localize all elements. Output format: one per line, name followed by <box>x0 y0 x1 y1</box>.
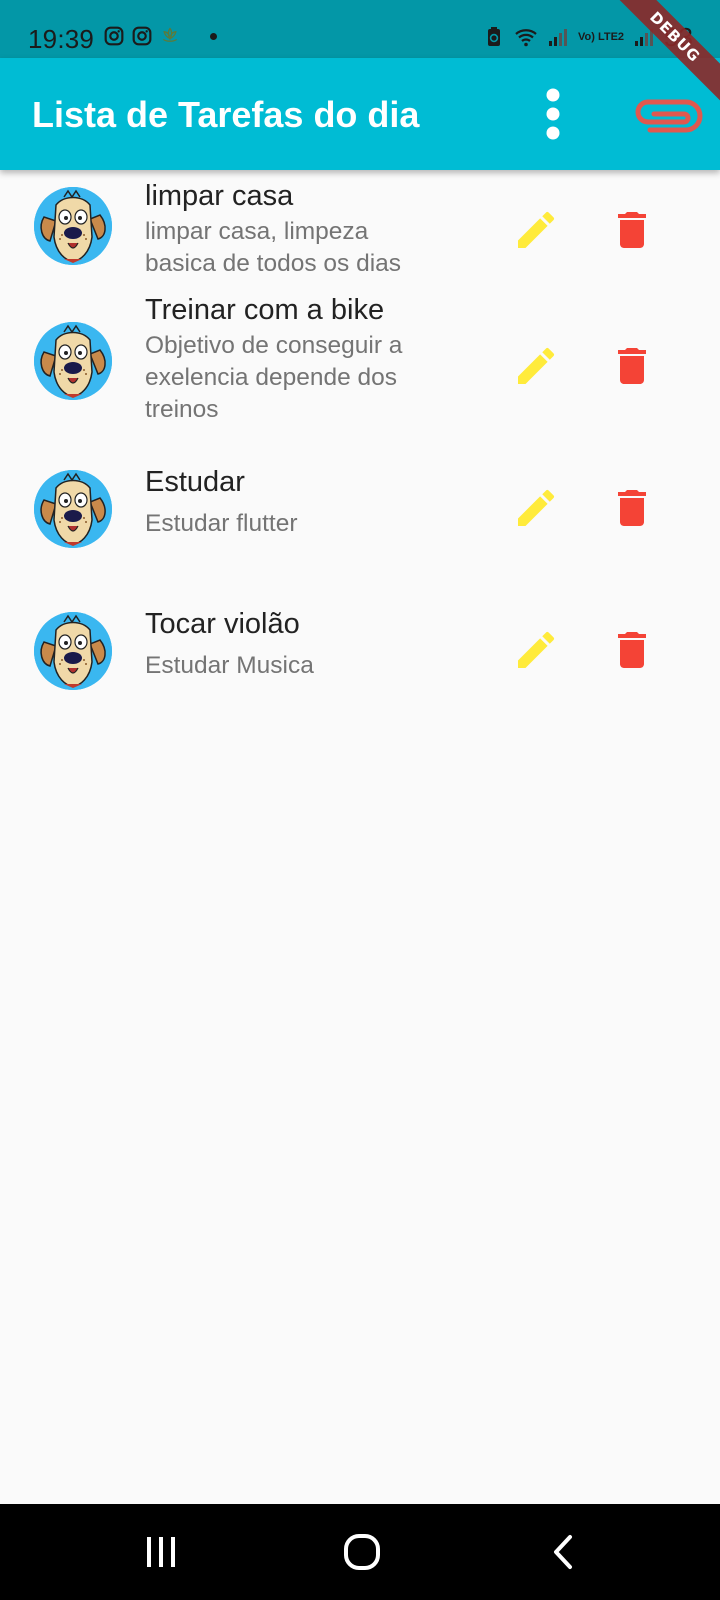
task-description-line: Objetivo de conseguir a <box>145 332 403 359</box>
back-icon[interactable] <box>548 1534 578 1570</box>
delete-button[interactable] <box>608 484 656 532</box>
task-description: limpar casa, limpeza basica de todos os … <box>145 216 465 280</box>
task-description-line: exelencia depende dos <box>145 364 398 391</box>
task-description-line: treinos <box>145 396 219 423</box>
edit-button[interactable] <box>512 342 560 390</box>
more-menu-button[interactable] <box>540 86 590 142</box>
task-description: Estudar flutter <box>145 508 465 540</box>
task-description-line: Estudar flutter <box>145 510 298 537</box>
battery-saver-icon <box>488 27 500 46</box>
battery-level: 53 <box>664 21 693 52</box>
avatar <box>34 322 112 400</box>
more-vert-icon <box>546 88 560 140</box>
status-bar: 19:39 Vo) LTE2 53 <box>0 0 720 58</box>
dog-avatar-icon <box>34 612 112 690</box>
instagram-icon <box>104 26 124 46</box>
pencil-icon <box>518 631 555 668</box>
lotus-icon <box>162 27 178 42</box>
page-title: Lista de Tarefas do dia <box>32 94 420 135</box>
delete-button[interactable] <box>608 206 656 254</box>
signal-icon <box>549 29 567 46</box>
network-label: Vo) LTE2 <box>578 30 625 43</box>
task-description-line: limpar casa, limpeza <box>145 218 369 245</box>
pencil-icon <box>518 211 555 248</box>
delete-button[interactable] <box>608 626 656 674</box>
list-item[interactable]: Treinar com a bike Objetivo de conseguir… <box>0 286 720 436</box>
avatar <box>34 187 112 265</box>
task-title: Treinar com a bike <box>145 294 385 326</box>
list-item[interactable]: limpar casa limpar casa, limpeza basica … <box>0 170 720 286</box>
trash-icon <box>618 348 646 384</box>
home-icon[interactable] <box>342 1532 382 1572</box>
paperclip-icon <box>635 99 703 133</box>
instagram-icon <box>132 26 152 46</box>
status-time: 19:39 <box>28 24 95 54</box>
dog-avatar-icon <box>34 322 112 400</box>
task-description: Objetivo de conseguir a exelencia depend… <box>145 330 465 426</box>
avatar <box>34 612 112 690</box>
task-description-line: basica de todos os dias <box>145 250 402 277</box>
edit-button[interactable] <box>512 484 560 532</box>
task-title: limpar casa <box>145 180 294 212</box>
trash-icon <box>618 212 646 248</box>
pencil-icon <box>518 347 555 384</box>
dog-avatar-icon <box>34 187 112 265</box>
signal-icon <box>635 29 654 46</box>
delete-button[interactable] <box>608 342 656 390</box>
wifi-icon <box>515 29 537 47</box>
recent-apps-icon[interactable] <box>144 1534 178 1570</box>
notification-dot <box>210 32 217 40</box>
edit-button[interactable] <box>512 206 560 254</box>
list-item[interactable]: Tocar violão Estudar Musica <box>0 576 720 716</box>
dog-avatar-icon <box>34 470 112 548</box>
task-description: Estudar Musica <box>145 650 465 682</box>
avatar <box>34 470 112 548</box>
trash-icon <box>618 632 646 668</box>
edit-button[interactable] <box>512 626 560 674</box>
app-bar: Lista de Tarefas do dia <box>0 58 720 170</box>
list-item[interactable]: Estudar Estudar flutter <box>0 436 720 576</box>
task-description-line: Estudar Musica <box>145 652 314 679</box>
pencil-icon <box>518 489 555 526</box>
task-title: Tocar violão <box>145 608 300 640</box>
task-title: Estudar <box>145 466 245 498</box>
attach-button[interactable] <box>630 92 706 142</box>
navigation-bar <box>0 1504 720 1600</box>
trash-icon <box>618 490 646 526</box>
